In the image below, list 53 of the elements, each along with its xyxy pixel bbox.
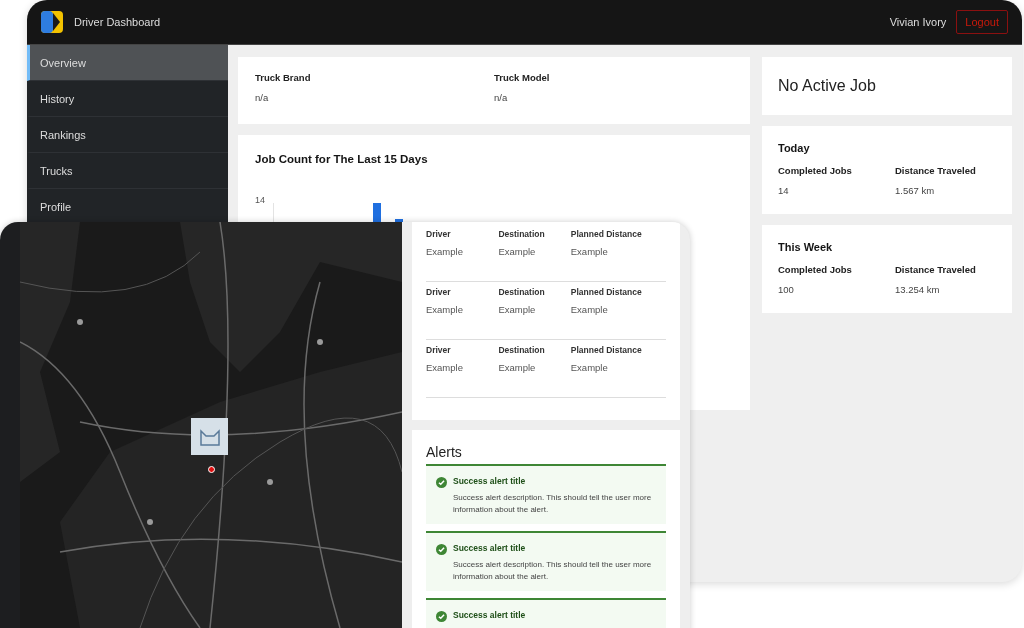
alert-title: Success alert title — [453, 543, 527, 553]
check-circle-icon — [436, 477, 447, 488]
column-label: Planned Distance — [570, 229, 643, 239]
check-circle-icon — [436, 611, 447, 622]
cell-value: Example — [570, 246, 609, 257]
axis-tick-label: 14 — [255, 195, 265, 207]
stat-label: Distance Traveled — [895, 264, 977, 275]
stat-value: 14 — [778, 185, 790, 196]
field-value: n/a — [494, 92, 509, 103]
cell-value: Example — [498, 304, 537, 315]
stat-value: 1.567 km — [895, 185, 936, 196]
cell-value: Example — [570, 362, 609, 373]
sidebar-item[interactable]: Overview — [27, 45, 228, 81]
column-label: Planned Distance — [570, 345, 643, 355]
alert-title: Success alert title — [453, 610, 526, 620]
stats-title: This Week — [778, 241, 834, 253]
alert-description: Success alert description. This should tell the user more information about the alert. — [453, 492, 653, 516]
stat-value: 13.254 km — [895, 284, 941, 295]
field-label: Truck Brand — [255, 72, 312, 83]
column-label: Destination — [498, 229, 546, 239]
location-dot-icon — [208, 466, 215, 473]
field-value: n/a — [255, 92, 270, 103]
user-name: Vivian Ivory — [889, 16, 947, 28]
app-title: Driver Dashboard — [74, 16, 161, 28]
alert-title: Success alert title — [453, 476, 527, 486]
cell-value: Example — [426, 304, 464, 315]
column-label: Planned Distance — [570, 287, 643, 297]
check-circle-icon — [436, 544, 447, 555]
column-label: Driver — [426, 345, 452, 355]
stat-value: 100 — [778, 284, 795, 295]
cell-value: Example — [498, 362, 537, 373]
logo-icon — [41, 11, 63, 33]
stats-title: Today — [778, 142, 811, 154]
marker-icon[interactable] — [191, 418, 228, 455]
column-label: Driver — [426, 287, 452, 297]
sidebar-item[interactable]: Rankings — [27, 117, 228, 153]
cell-value: Example — [570, 304, 609, 315]
stat-label: Completed Jobs — [778, 165, 853, 176]
column-label: Destination — [498, 287, 546, 297]
chart-title: Job Count for The Last 15 Days — [255, 153, 429, 165]
stat-label: Distance Traveled — [895, 165, 977, 176]
alert-description: Success alert description. This should tell the user more information about the alert. — [453, 559, 653, 583]
sidebar-item[interactable]: Trucks — [27, 153, 228, 189]
column-label: Destination — [498, 345, 546, 355]
active-job-title: No Active Job — [778, 77, 876, 95]
alerts-title: Alerts — [426, 444, 463, 460]
stat-label: Completed Jobs — [778, 264, 853, 275]
cell-value: Example — [498, 246, 537, 257]
sidebar-item[interactable]: History — [27, 81, 228, 117]
field-label: Truck Model — [494, 72, 551, 83]
column-label: Driver — [426, 229, 452, 239]
cell-value: Example — [426, 246, 464, 257]
cell-value: Example — [426, 362, 464, 373]
